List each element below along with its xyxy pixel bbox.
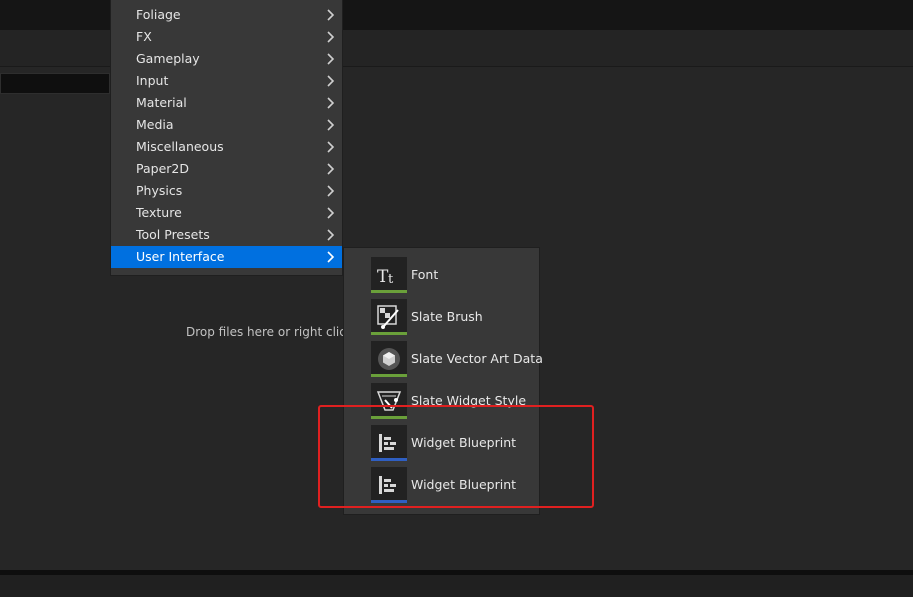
menu-item-material[interactable]: Material (111, 92, 342, 114)
chevron-right-icon (327, 119, 335, 131)
menu-item-media[interactable]: Media (111, 114, 342, 136)
submenu-item-slate-vector-art-data[interactable]: Slate Vector Art Data (344, 338, 543, 380)
chevron-right-icon (327, 251, 335, 263)
menu-item-label: Media (136, 117, 174, 132)
footer-bar (0, 575, 913, 597)
menu-item-label: Texture (136, 205, 182, 220)
submenu-item-label: Slate Vector Art Data (411, 351, 543, 366)
menu-item-label: FX (136, 29, 152, 44)
menu-item-user-interface[interactable]: User Interface (111, 246, 342, 268)
menu-item-label: Tool Presets (136, 227, 210, 242)
submenu-item-label: Font (411, 267, 439, 282)
chevron-right-icon (327, 185, 335, 197)
menu-item-gameplay[interactable]: Gameplay (111, 48, 342, 70)
submenu-item-label: Slate Brush (411, 309, 483, 324)
menu-item-paper2d[interactable]: Paper2D (111, 158, 342, 180)
menu-item-texture[interactable]: Texture (111, 202, 342, 224)
menu-item-input[interactable]: Input (111, 70, 342, 92)
chevron-right-icon (327, 75, 335, 87)
menu-item-label: Paper2D (136, 161, 189, 176)
submenu-item-font[interactable]: Tt Font (344, 254, 539, 296)
slate-brush-icon (371, 299, 407, 335)
asset-type-stripe (371, 332, 407, 335)
chevron-right-icon (327, 141, 335, 153)
svg-text:t: t (388, 272, 394, 287)
menu-item-fx[interactable]: FX (111, 26, 342, 48)
chevron-right-icon (327, 97, 335, 109)
annotation-highlight-box (318, 405, 594, 508)
menu-item-tool-presets[interactable]: Tool Presets (111, 224, 342, 246)
asset-category-menu: Foliage FX Gameplay Input Material Media… (110, 0, 343, 276)
chevron-right-icon (327, 31, 335, 43)
submenu-item-slate-brush[interactable]: Slate Brush (344, 296, 539, 338)
menu-item-miscellaneous[interactable]: Miscellaneous (111, 136, 342, 158)
chevron-right-icon (327, 53, 335, 65)
asset-type-stripe (371, 290, 407, 293)
chevron-right-icon (327, 207, 335, 219)
menu-item-label: Material (136, 95, 187, 110)
menu-item-label: Gameplay (136, 51, 200, 66)
font-icon: Tt (371, 257, 407, 293)
menu-item-physics[interactable]: Physics (111, 180, 342, 202)
menu-item-foliage[interactable]: Foliage (111, 4, 342, 26)
chevron-right-icon (327, 229, 335, 241)
drop-hint-text: Drop files here or right click (186, 325, 353, 339)
menu-item-label: User Interface (136, 249, 225, 264)
asset-type-stripe (371, 374, 407, 377)
chevron-right-icon (327, 9, 335, 21)
menu-item-label: Physics (136, 183, 183, 198)
search-filter-field[interactable] (0, 73, 110, 94)
menu-item-label: Miscellaneous (136, 139, 224, 154)
menu-item-label: Input (136, 73, 169, 88)
chevron-right-icon (327, 163, 335, 175)
vector-art-icon (371, 341, 407, 377)
menu-item-label: Foliage (136, 7, 181, 22)
